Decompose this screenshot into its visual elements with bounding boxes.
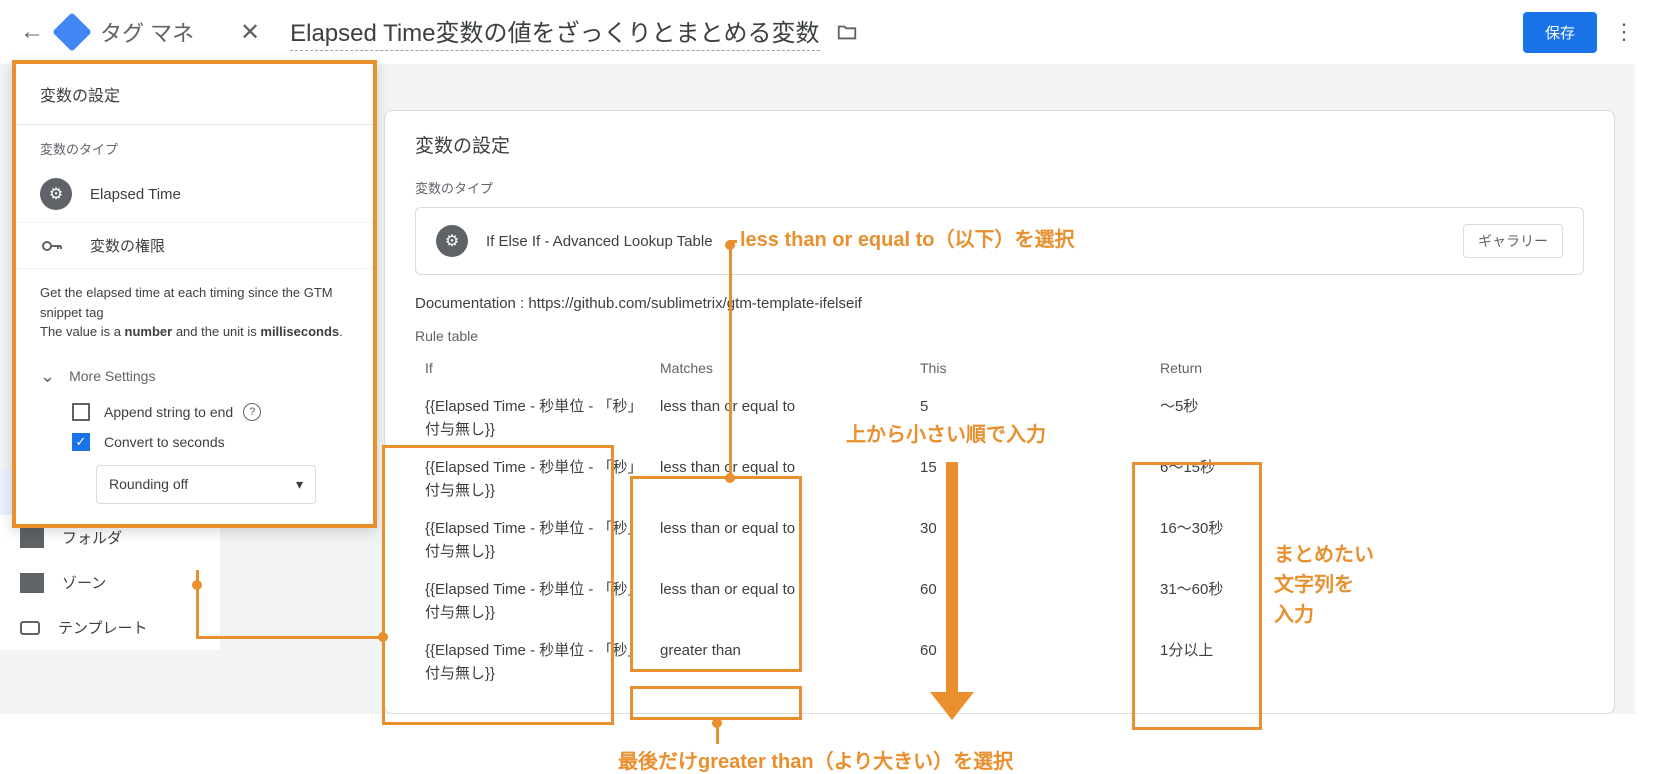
arrow-down-icon [946,462,974,720]
sidebar-item-label: ゾーン [62,572,106,593]
back-arrow-icon[interactable]: ← [20,18,44,46]
connector-dot [725,473,735,483]
cell-matches[interactable]: greater than [650,632,910,693]
cell-this[interactable]: 5 [910,388,1150,449]
rounding-dropdown[interactable]: Rounding off ▾ [96,465,316,504]
connector-line [196,636,382,639]
variable-type-selector[interactable]: ⚙ If Else If - Advanced Lookup Table ギャラ… [415,207,1584,275]
connector-dot [192,580,202,590]
cell-return[interactable]: 31〜60秒 [1150,571,1584,632]
variable-type-name: Elapsed Time [90,186,181,203]
connector-dot [712,718,722,728]
sidebar-item-templates[interactable]: テンプレート [0,605,220,650]
append-string-checkbox-row[interactable]: Append string to end ? [16,397,373,427]
table-row[interactable]: {{Elapsed Time - 秒単位 - 「秒」付与無し}}greater … [415,632,1584,693]
sidebar-item-label: テンプレート [58,617,148,638]
gallery-button[interactable]: ギャラリー [1463,224,1563,258]
cell-matches[interactable]: less than or equal to [650,449,910,510]
cell-if[interactable]: {{Elapsed Time - 秒単位 - 「秒」付与無し}} [415,571,650,632]
cell-matches[interactable]: less than or equal to [650,571,910,632]
table-row[interactable]: {{Elapsed Time - 秒単位 - 「秒」付与無し}}less tha… [415,449,1584,510]
sidebar-item-zones[interactable]: ゾーン [0,560,220,605]
table-row[interactable]: {{Elapsed Time - 秒単位 - 「秒」付与無し}}less tha… [415,388,1584,449]
kebab-menu-icon[interactable]: ⋮ [1613,19,1635,45]
documentation-link[interactable]: Documentation : https://github.com/subli… [415,295,1584,312]
cell-if[interactable]: {{Elapsed Time - 秒単位 - 「秒」付与無し}} [415,388,650,449]
connector-dot [725,240,735,250]
info-icon[interactable]: ? [243,403,261,421]
more-settings-toggle[interactable]: ⌄ More Settings [16,356,373,397]
permission-label: 変数の権限 [90,235,165,256]
connector-dot [378,632,388,642]
checkbox-unchecked-icon[interactable] [72,403,90,421]
col-return: Return [1150,352,1584,388]
cell-return[interactable]: 6〜15秒 [1150,449,1584,510]
cell-if[interactable]: {{Elapsed Time - 秒単位 - 「秒」付与無し}} [415,510,650,571]
popup-type-label: 変数のタイプ [16,125,373,166]
rule-table: If Matches This Return {{Elapsed Time - … [415,352,1584,693]
app-title: タグ マネ [100,16,194,48]
variable-type-name: If Else If - Advanced Lookup Table [486,233,713,250]
main-type-label: 変数のタイプ [415,178,1584,197]
dropdown-arrow-icon: ▾ [296,476,303,493]
main-title: 変数の設定 [415,131,1584,158]
save-button[interactable]: 保存 [1523,12,1597,53]
col-matches: Matches [650,352,910,388]
rule-table-label: Rule table [415,328,1584,344]
cell-matches[interactable]: less than or equal to [650,510,910,571]
col-this: This [910,352,1150,388]
key-icon [40,236,68,256]
annotation-gt: 最後だけgreater than（より大きい）を選択 [618,745,1013,774]
folder-icon[interactable] [834,21,860,43]
variable-settings-popup: 変数の設定 変数のタイプ ⚙ Elapsed Time 変数の権限 Get th… [12,60,377,528]
close-icon[interactable]: ✕ [240,18,260,47]
popup-description: Get the elapsed time at each timing sinc… [16,269,373,356]
table-row[interactable]: {{Elapsed Time - 秒単位 - 「秒」付与無し}}less tha… [415,510,1584,571]
connector-line [729,240,732,478]
gear-icon: ⚙ [436,225,468,257]
cell-return[interactable]: 16〜30秒 [1150,510,1584,571]
gtm-logo-icon [52,12,92,52]
cell-if[interactable]: {{Elapsed Time - 秒単位 - 「秒」付与無し}} [415,632,650,693]
table-row[interactable]: {{Elapsed Time - 秒単位 - 「秒」付与無し}}less tha… [415,571,1584,632]
sidebar-item-label: フォルダ [62,527,122,548]
convert-seconds-checkbox-row[interactable]: ✓ Convert to seconds [16,427,373,457]
gear-icon: ⚙ [40,178,72,210]
variable-type-row[interactable]: ⚙ Elapsed Time [16,166,373,223]
popup-title: 変数の設定 [16,64,373,125]
cell-if[interactable]: {{Elapsed Time - 秒単位 - 「秒」付与無し}} [415,449,650,510]
cell-return[interactable]: 〜5秒 [1150,388,1584,449]
main-variable-config: 変数の設定 変数のタイプ ⚙ If Else If - Advanced Loo… [384,110,1615,714]
checkbox-checked-icon[interactable]: ✓ [72,433,90,451]
chevron-down-icon: ⌄ [40,366,55,387]
cell-return[interactable]: 1分以上 [1150,632,1584,693]
page-title[interactable]: Elapsed Time変数の値をざっくりとまとめる変数 [290,13,819,51]
cell-matches[interactable]: less than or equal to [650,388,910,449]
col-if: If [415,352,650,388]
variable-permission-row[interactable]: 変数の権限 [16,223,373,269]
